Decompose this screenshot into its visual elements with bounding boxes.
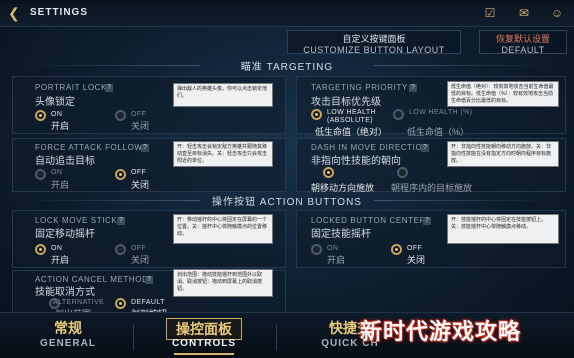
targeting-priority-label-cn: 攻击目标优先级	[311, 97, 381, 108]
help-icon[interactable]: ?	[117, 217, 125, 225]
lock-move-stick-off-en: OFF	[131, 245, 147, 252]
customize-layout-button[interactable]: 自定义按键面板 CUSTOMIZE BUTTON LAYOUT	[287, 30, 461, 55]
lock-move-stick-off-cn: 关闭	[131, 255, 150, 265]
dash-direction-panel: DASH IN MOVE DIRECTION ? 非指向性技能的朝向 朝移动方向…	[296, 138, 566, 193]
targeting-priority-label-en: TARGETING PRIORITY	[311, 83, 408, 92]
force-attack-on-cn: 开启	[51, 180, 70, 190]
locked-button-centers-label-en: LOCKED BUTTON CENTERS	[311, 216, 432, 225]
force-attack-off-cn: 关闭	[131, 180, 150, 190]
low-health-absolute-cn: 低生命值（绝对）	[315, 127, 388, 137]
low-health-percent-cn: 低生命值（%）	[407, 127, 470, 137]
portrait-lock-on-cn: 开启	[51, 121, 70, 131]
locked-button-centers-on-cn: 开启	[327, 255, 346, 265]
default-button[interactable]: 恢复默认设置 DEFAULT	[479, 30, 567, 55]
dash-direction-label-en: DASH IN MOVE DIRECTION	[311, 143, 429, 152]
tab-controls[interactable]: 操控面板 CONTROLS	[144, 314, 264, 357]
checklist-icon[interactable]: ☑	[482, 5, 498, 21]
targeting-priority-panel: TARGETING PRIORITY ? 攻击目标优先级 LOW HEALTH …	[296, 76, 566, 137]
tab-general-en: GENERAL	[40, 338, 96, 349]
customize-label-cn: 自定义按键面板	[342, 34, 406, 44]
cancel-alternative-en: ALTERNATIVE	[53, 299, 105, 306]
locked-button-centers-off-radio[interactable]	[391, 244, 402, 255]
default-label-cn: 恢复默认设置	[495, 34, 550, 44]
page-title: SETTINGS	[30, 7, 89, 18]
force-attack-off-radio[interactable]	[115, 169, 126, 180]
portrait-lock-panel: PORTRAIT LOCK ? 头像锁定 ON 开启 OFF 关闭 弹出敌人的英…	[12, 76, 286, 134]
locked-button-centers-tooltip: 开：技能摇杆的中心将固定在技能按钮上。关：技能摇杆中心将随触摸点移动。	[447, 214, 559, 244]
customize-label-en: CUSTOMIZE BUTTON LAYOUT	[303, 45, 445, 55]
locked-button-centers-off-cn: 关闭	[407, 255, 426, 265]
lock-move-stick-tooltip: 开：移动摇杆的中心将固定在屏幕的一个位置。关：摇杆中心将随触摸点的位置移动。	[173, 214, 273, 244]
help-icon[interactable]: ?	[145, 276, 153, 284]
dash-move-direction-radio[interactable]	[323, 167, 334, 178]
portrait-lock-label-cn: 头像锁定	[35, 97, 75, 108]
tab-divider	[276, 324, 277, 350]
help-icon[interactable]: ?	[421, 144, 429, 152]
tab-controls-cn: 操控面板	[166, 318, 242, 340]
force-attack-label-en: FORCE ATTACK FOLLOW	[35, 143, 143, 152]
dash-direction-tooltip: 开：非指向性技能朝向移动方向施放。关：非指向性技能在没有指定方向时朝向程序目标施…	[447, 141, 559, 167]
portrait-lock-on-radio[interactable]	[35, 110, 46, 121]
force-attack-panel: FORCE ATTACK FOLLOW ? 自动追击目标 ON 开启 OFF 关…	[12, 138, 286, 192]
top-bar: ❮ SETTINGS ☑ ✉ ☺	[0, 0, 574, 27]
help-icon[interactable]: ?	[409, 84, 417, 92]
lock-move-stick-on-radio[interactable]	[35, 244, 46, 255]
locked-button-centers-panel: LOCKED BUTTON CENTERS ? 固定技能摇杆 ON 开启 OFF…	[296, 210, 566, 268]
default-label-en: DEFAULT	[501, 45, 545, 55]
section-targeting: 瞄准 TARGETING	[0, 58, 574, 73]
lock-move-stick-panel: LOCK MOVE STICK ? 固定移动摇杆 ON 开启 OFF 关闭 开：…	[12, 210, 286, 268]
low-health-absolute-en: LOW HEALTH (ABSOLUTE)	[327, 109, 376, 124]
targeting-priority-tooltip: 低生命值（绝对）：较有效地攻击当前生命值最低的目标。低生命值（%）：较有效地攻击…	[447, 81, 559, 107]
force-attack-on-radio[interactable]	[35, 169, 46, 180]
section-action-buttons: 操作按钮 ACTION BUTTONS	[0, 193, 574, 208]
dash-direction-label-cn: 非指向性技能的朝向	[311, 156, 401, 167]
tab-controls-en: CONTROLS	[171, 338, 237, 349]
chat-icon[interactable]: ✉	[516, 5, 532, 21]
tab-general-cn: 常规	[54, 320, 82, 336]
cancel-default-en: DEFAULT	[131, 299, 165, 306]
lock-move-stick-label-en: LOCK MOVE STICK	[35, 216, 118, 225]
force-attack-on-en: ON	[51, 169, 63, 176]
locked-button-centers-label-cn: 固定技能摇杆	[311, 229, 371, 240]
action-cancel-panel: ACTION CANCEL METHOD ? 技能取消方式 ALTERNATIV…	[12, 269, 286, 319]
dash-program-target-radio[interactable]	[397, 167, 408, 178]
action-cancel-label-cn: 技能取消方式	[35, 287, 95, 298]
watermark: 新时代游戏攻略	[360, 319, 522, 344]
back-arrow-icon[interactable]: ❮	[8, 5, 24, 21]
lock-move-stick-label-cn: 固定移动摇杆	[35, 229, 95, 240]
help-icon[interactable]: ?	[105, 84, 113, 92]
lock-move-stick-on-cn: 开启	[51, 255, 70, 265]
tab-general[interactable]: 常规 GENERAL	[8, 314, 128, 357]
action-cancel-tooltip: 划出范围：拖动技能摇杆到范围外以取消。取消按钮：拖动到屏幕上的取消按钮。	[173, 269, 273, 297]
portrait-lock-off-en: OFF	[131, 111, 147, 118]
portrait-lock-on-en: ON	[51, 111, 63, 118]
force-attack-label-cn: 自动追击目标	[35, 156, 95, 167]
cancel-default-radio[interactable]	[115, 298, 126, 309]
help-icon[interactable]: ?	[423, 217, 431, 225]
portrait-lock-label-en: PORTRAIT LOCK	[35, 83, 107, 92]
portrait-lock-off-radio[interactable]	[115, 110, 126, 121]
locked-button-centers-off-en: OFF	[407, 245, 423, 252]
low-health-percent-en: LOW HEALTH (%)	[409, 109, 473, 116]
lock-move-stick-on-en: ON	[51, 245, 63, 252]
tab-divider	[133, 324, 134, 350]
lock-move-stick-off-radio[interactable]	[115, 244, 126, 255]
portrait-lock-tooltip: 弹出敌人的英雄头像，你可以点击锁定他们。	[173, 83, 273, 107]
low-health-absolute-radio[interactable]	[311, 109, 322, 120]
locked-button-centers-on-en: ON	[327, 245, 339, 252]
help-icon[interactable]: ?	[141, 144, 149, 152]
low-health-percent-radio[interactable]	[393, 109, 404, 120]
force-attack-off-en: OFF	[131, 169, 147, 176]
friends-icon[interactable]: ☺	[549, 5, 565, 21]
force-attack-tooltip: 开：轻击攻击会锁定敌方英雄并跟随其移动直至目标消失。关：轻击攻击只会攻击附近的单…	[173, 141, 273, 167]
portrait-lock-off-cn: 关闭	[131, 121, 150, 131]
locked-button-centers-on-radio[interactable]	[311, 244, 322, 255]
